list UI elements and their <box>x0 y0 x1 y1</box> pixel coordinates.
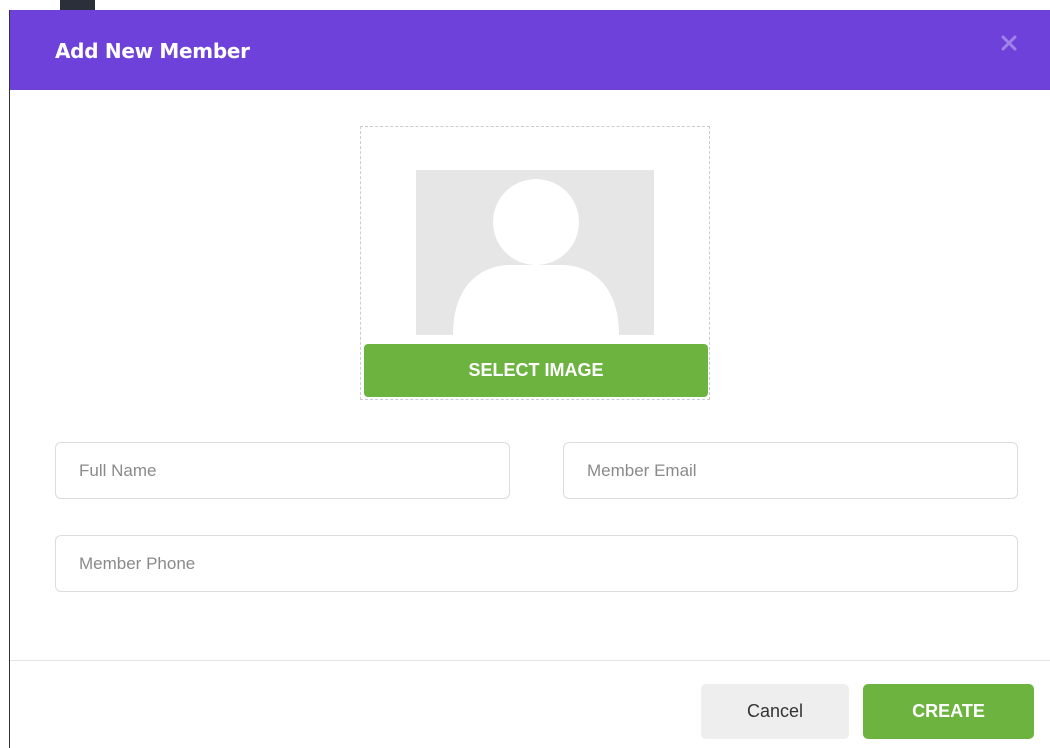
select-image-button[interactable]: SELECT IMAGE <box>364 344 708 397</box>
close-icon[interactable] <box>1000 34 1018 52</box>
cancel-button[interactable]: Cancel <box>701 684 849 739</box>
background-top-strip <box>0 0 1050 10</box>
full-name-input[interactable] <box>55 442 510 499</box>
background-dark-segment <box>60 0 95 10</box>
avatar-placeholder <box>416 170 654 335</box>
member-phone-input[interactable] <box>55 535 1018 592</box>
modal-header: Add New Member <box>10 10 1050 90</box>
image-upload-area: SELECT IMAGE <box>360 126 710 400</box>
user-silhouette-icon <box>453 179 619 335</box>
modal-title: Add New Member <box>55 39 250 63</box>
create-button[interactable]: CREATE <box>863 684 1034 739</box>
add-member-modal: Add New Member SELECT IMAGE Cancel CREAT… <box>10 10 1050 748</box>
footer-divider <box>10 660 1050 661</box>
member-email-input[interactable] <box>563 442 1018 499</box>
